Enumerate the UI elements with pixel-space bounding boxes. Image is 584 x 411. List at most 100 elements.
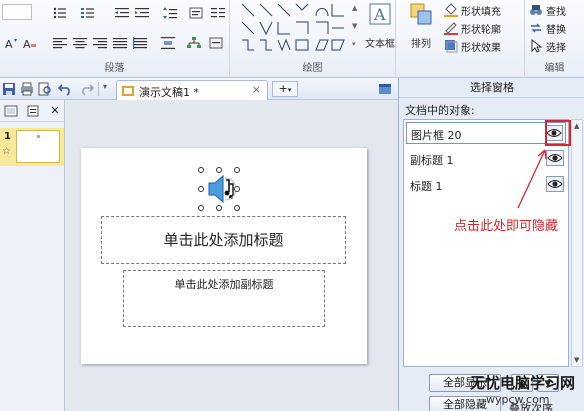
svg-text:A: A bbox=[373, 5, 386, 24]
undo-icon[interactable] bbox=[58, 82, 72, 96]
selection-handle-bottom-middle[interactable] bbox=[216, 205, 222, 211]
slide[interactable]: 单击此处添加标题 单击此处添加副标题 bbox=[81, 148, 367, 364]
shapes-scroll-down-icon[interactable]: ▼ bbox=[352, 22, 357, 30]
highlight-box bbox=[545, 120, 571, 146]
window-layout-icon[interactable] bbox=[378, 82, 392, 96]
slides-pane-header: ✕ bbox=[0, 100, 65, 122]
binoculars-icon bbox=[530, 5, 542, 15]
visibility-toggle[interactable] bbox=[546, 176, 564, 192]
slides-tab-icon[interactable] bbox=[4, 104, 18, 118]
scroll-up-icon[interactable]: ▲ bbox=[574, 122, 579, 130]
arrange-button[interactable]: 排列 bbox=[406, 0, 436, 58]
ribbon-group-paragraph: A A 段落 bbox=[0, 0, 230, 76]
selection-pane-subtitle: 文档中的对象: bbox=[405, 104, 475, 117]
selection-handle-bottom-right[interactable] bbox=[234, 205, 240, 211]
speaker-icon bbox=[208, 174, 237, 204]
cursor-icon bbox=[531, 39, 543, 53]
clear-format-icon[interactable]: A bbox=[22, 36, 36, 49]
svg-text:A: A bbox=[5, 38, 13, 49]
selection-handle-bottom-left[interactable] bbox=[198, 205, 204, 211]
shapes-gallery[interactable] bbox=[240, 2, 350, 54]
print-icon[interactable] bbox=[20, 82, 34, 96]
tab-document[interactable]: 演示文稿1 * × bbox=[116, 80, 268, 100]
line-spacing-icon[interactable] bbox=[162, 6, 177, 19]
shape-fill-button[interactable]: 形状填充 bbox=[444, 2, 520, 18]
scroll-down-icon[interactable]: ▼ bbox=[574, 356, 579, 364]
object-label: 图片框 20 bbox=[411, 129, 462, 142]
audio-object[interactable] bbox=[198, 167, 240, 211]
list-item[interactable]: 图片框 20 bbox=[406, 122, 566, 144]
visibility-toggle[interactable] bbox=[546, 150, 564, 166]
find-button[interactable]: 查找 bbox=[529, 2, 581, 18]
thumbnail-speaker-icon bbox=[36, 134, 41, 139]
bullet-list-icon[interactable] bbox=[52, 6, 66, 19]
smartart-icon[interactable] bbox=[186, 36, 201, 48]
decrease-indent-icon[interactable] bbox=[114, 6, 129, 18]
quick-access-toolbar: ▾ 演示文稿1 * × +▾ bbox=[0, 78, 398, 100]
ribbon-group-label-drawing: 绘图 bbox=[302, 63, 323, 74]
slide-thumbnail-row[interactable]: 1 ☆ bbox=[0, 128, 64, 166]
slide-editing-area: 单击此处添加标题 单击此处添加副标题 bbox=[65, 100, 398, 411]
arrange-icon bbox=[410, 3, 432, 25]
slide-number: 1 bbox=[4, 131, 11, 142]
textbox-button[interactable]: A 文本框 bbox=[360, 0, 400, 58]
new-tab-button[interactable]: +▾ bbox=[272, 81, 298, 97]
redo-icon[interactable] bbox=[80, 82, 94, 96]
watermark-url: wypcw.com bbox=[486, 393, 550, 406]
shapes-scroll-up-icon[interactable]: ▲ bbox=[352, 4, 357, 12]
list-item[interactable]: 副标题 1 bbox=[406, 148, 566, 170]
font-size-box[interactable] bbox=[2, 4, 32, 20]
select-label: 选择 bbox=[546, 43, 566, 54]
title-placeholder[interactable]: 单击此处添加标题 bbox=[101, 216, 346, 264]
new-tab-dropdown-icon[interactable]: ▾ bbox=[288, 86, 292, 94]
shape-effect-button[interactable]: 形状效果 bbox=[444, 38, 520, 54]
ribbon-group-label-paragraph: 段落 bbox=[104, 63, 125, 74]
outline-tab-icon[interactable] bbox=[26, 104, 40, 118]
text-direction-icon[interactable] bbox=[188, 6, 203, 19]
save-icon[interactable] bbox=[2, 82, 16, 96]
selection-handle-top-middle[interactable] bbox=[216, 167, 222, 173]
replace-button[interactable]: 替换 bbox=[529, 20, 581, 36]
arrange-label: 排列 bbox=[411, 39, 431, 50]
align-right-icon[interactable] bbox=[92, 36, 107, 49]
align-center-icon[interactable] bbox=[72, 36, 87, 49]
convert-text-icon[interactable] bbox=[208, 36, 223, 49]
tab-document-title: 演示文稿1 * bbox=[139, 86, 199, 99]
subtitle-placeholder[interactable]: 单击此处添加副标题 bbox=[123, 270, 325, 327]
vertical-align-icon[interactable] bbox=[160, 36, 175, 49]
shape-outline-button[interactable]: 形状轮廓 bbox=[444, 20, 520, 36]
replace-icon bbox=[531, 23, 541, 33]
shape-fill-label: 形状填充 bbox=[461, 7, 501, 18]
list-item[interactable]: 标题 1 bbox=[406, 174, 566, 196]
selection-handle-middle-right[interactable] bbox=[234, 186, 240, 192]
font-shrink-icon[interactable]: A bbox=[4, 36, 18, 49]
customize-toolbar-icon[interactable]: ▾ bbox=[103, 82, 107, 91]
paint-bucket-icon bbox=[444, 3, 458, 17]
align-left-icon[interactable] bbox=[52, 36, 67, 49]
plus-icon: + bbox=[278, 82, 288, 95]
object-list-scrollbar[interactable]: ▲ ▼ bbox=[571, 119, 583, 367]
watermark-title: 无忧电脑学习网 bbox=[470, 374, 576, 392]
selection-pane: 选择窗格 文档中的对象: 图片框 20 副标题 1 标题 1 ▲ ▼ 全部显示 … bbox=[398, 78, 584, 411]
shapes-more-icon[interactable]: ▾ bbox=[352, 40, 356, 48]
selection-handle-middle-left[interactable] bbox=[198, 186, 204, 192]
slides-pane-close-icon[interactable]: ✕ bbox=[48, 104, 62, 118]
selection-pane-title: 选择窗格 bbox=[399, 78, 584, 98]
print-preview-icon[interactable] bbox=[38, 82, 52, 96]
ribbon-group-editing: 查找 替换 选择 编辑 bbox=[524, 0, 584, 76]
shape-effect-label: 形状效果 bbox=[461, 43, 501, 54]
ribbon: A A 段落 ▲ ▼ ▾ 绘图 A 文本框 排列 形状填充 形状轮廓 形状效果 … bbox=[0, 0, 584, 78]
distribute-icon[interactable] bbox=[132, 36, 147, 49]
tab-close-icon[interactable]: × bbox=[252, 83, 261, 96]
select-button[interactable]: 选择 bbox=[529, 38, 581, 54]
toolbar-separator bbox=[98, 82, 99, 96]
svg-text:A: A bbox=[23, 38, 31, 49]
columns-icon[interactable] bbox=[210, 6, 225, 18]
selection-handle-top-right[interactable] bbox=[234, 167, 240, 173]
numbered-list-icon[interactable] bbox=[80, 6, 94, 18]
slide-thumbnail[interactable] bbox=[16, 130, 60, 163]
increase-indent-icon[interactable] bbox=[134, 6, 149, 18]
selection-handle-top-left[interactable] bbox=[198, 167, 204, 173]
textbox-label: 文本框 bbox=[365, 39, 395, 50]
justify-icon[interactable] bbox=[112, 36, 127, 49]
